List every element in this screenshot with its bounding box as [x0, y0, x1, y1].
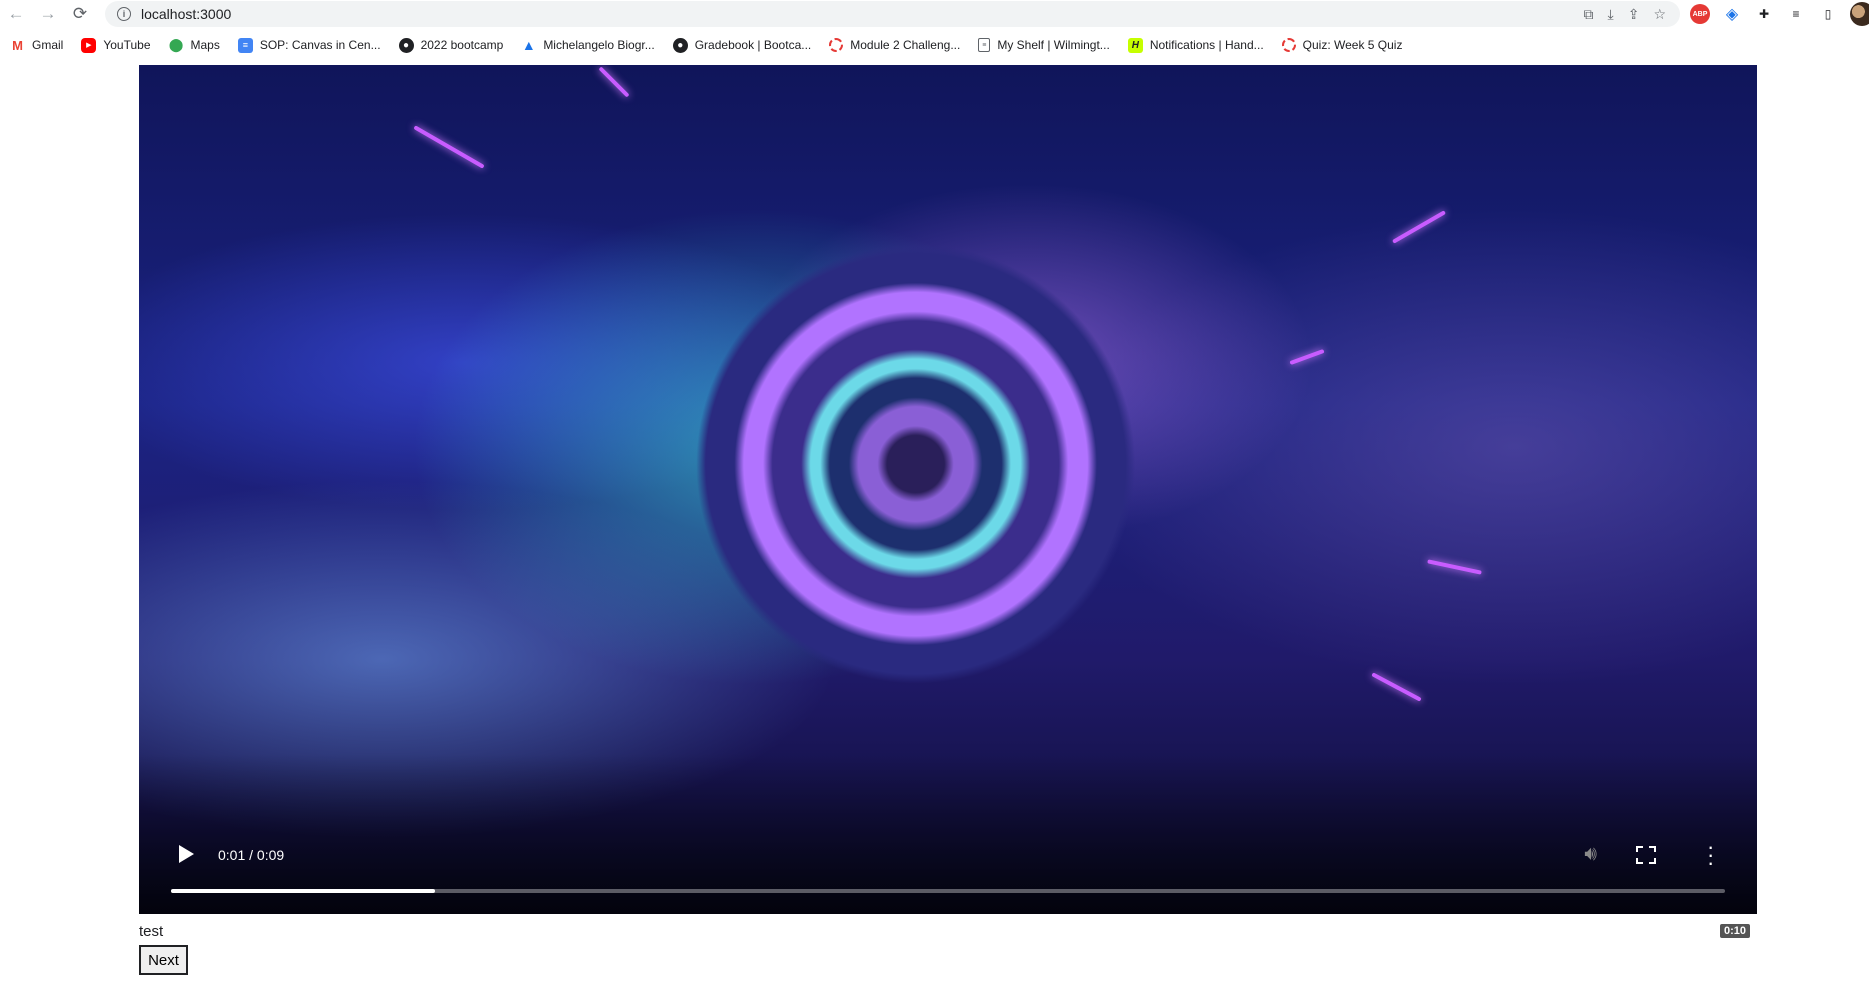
bookmark-sop-canvas[interactable]: ≡ SOP: Canvas in Cen...	[237, 37, 381, 53]
url-text: localhost:3000	[141, 6, 232, 22]
bookmark-gradebook[interactable]: ● Gradebook | Bootca...	[672, 37, 811, 53]
ring-icon	[829, 38, 844, 52]
volume-icon[interactable]: 🔊︎	[1584, 843, 1597, 866]
browser-toolbar: ← → ⟳ i localhost:3000 ⧉ ⤓ ⇪ ☆ ABP ◈ ✚ ≡…	[0, 0, 1869, 28]
time-display: 0:01 / 0:09	[218, 847, 285, 863]
globe-icon: ●	[398, 37, 414, 53]
bookmark-michelangelo[interactable]: ▲ Michelangelo Biogr...	[521, 37, 655, 53]
bookmark-my-shelf[interactable]: ≡ My Shelf | Wilmingt...	[978, 38, 1110, 52]
bookmark-maps[interactable]: ⬤ Maps	[168, 37, 220, 53]
play-icon[interactable]	[179, 845, 194, 863]
more-options-icon[interactable]: · · ·	[1707, 836, 1714, 874]
video-player[interactable]: 0:01 / 0:09 🔊︎ · · ·	[139, 65, 1757, 914]
share-icon[interactable]: ⇪	[1628, 6, 1640, 23]
site-info-icon[interactable]: i	[117, 7, 131, 21]
bookmark-notifications[interactable]: H Notifications | Hand...	[1127, 37, 1264, 53]
install-icon[interactable]: ⤓	[1608, 6, 1614, 23]
open-in-app-icon[interactable]: ⧉	[1584, 6, 1594, 23]
seek-progress	[171, 889, 436, 893]
fullscreen-icon[interactable]	[1636, 846, 1656, 864]
back-arrow-icon[interactable]: ←	[0, 0, 32, 28]
duration-badge: 0:10	[1720, 924, 1751, 938]
video-caption: test	[139, 923, 164, 940]
bookmark-module-2[interactable]: Module 2 Challeng...	[829, 38, 960, 52]
forward-arrow-icon[interactable]: →	[32, 0, 64, 28]
bookmark-quiz-week-5[interactable]: Quiz: Week 5 Quiz	[1281, 38, 1402, 52]
youtube-icon: ▶	[81, 37, 97, 53]
puzzle-extensions-icon[interactable]: ✚	[1754, 4, 1774, 24]
bookmark-youtube[interactable]: ▶ YouTube	[81, 37, 151, 53]
bookmark-2022-bootcamp[interactable]: ● 2022 bootcamp	[398, 37, 503, 53]
triangle-icon: ▲	[521, 37, 536, 53]
next-button[interactable]: Next	[139, 945, 188, 975]
profile-avatar[interactable]	[1850, 2, 1869, 26]
gmail-icon: M	[12, 37, 23, 53]
extension-blue-icon[interactable]: ◈	[1722, 4, 1742, 24]
bookmark-gmail[interactable]: M Gmail	[10, 38, 63, 53]
address-bar[interactable]: i localhost:3000 ⧉ ⤓ ⇪ ☆	[105, 1, 1680, 27]
page-icon: ≡	[978, 38, 991, 52]
bookmarks-bar: M Gmail ▶ YouTube ⬤ Maps ≡ SOP: Canvas in Ce…	[0, 32, 1869, 58]
reading-list-icon[interactable]: ≡	[1786, 4, 1806, 24]
side-panel-icon[interactable]: ▯	[1818, 4, 1838, 24]
reload-icon[interactable]: ⟳	[64, 0, 96, 28]
adblock-extension-icon[interactable]: ABP	[1690, 4, 1710, 24]
docs-icon: ≡	[237, 37, 253, 53]
bookmark-star-icon[interactable]: ☆	[1653, 6, 1666, 23]
globe-icon: ●	[672, 37, 688, 53]
seek-bar[interactable]	[171, 889, 1725, 893]
handshake-icon: H	[1127, 37, 1143, 53]
maps-icon: ⬤	[168, 37, 184, 52]
ring-icon	[1281, 38, 1296, 52]
